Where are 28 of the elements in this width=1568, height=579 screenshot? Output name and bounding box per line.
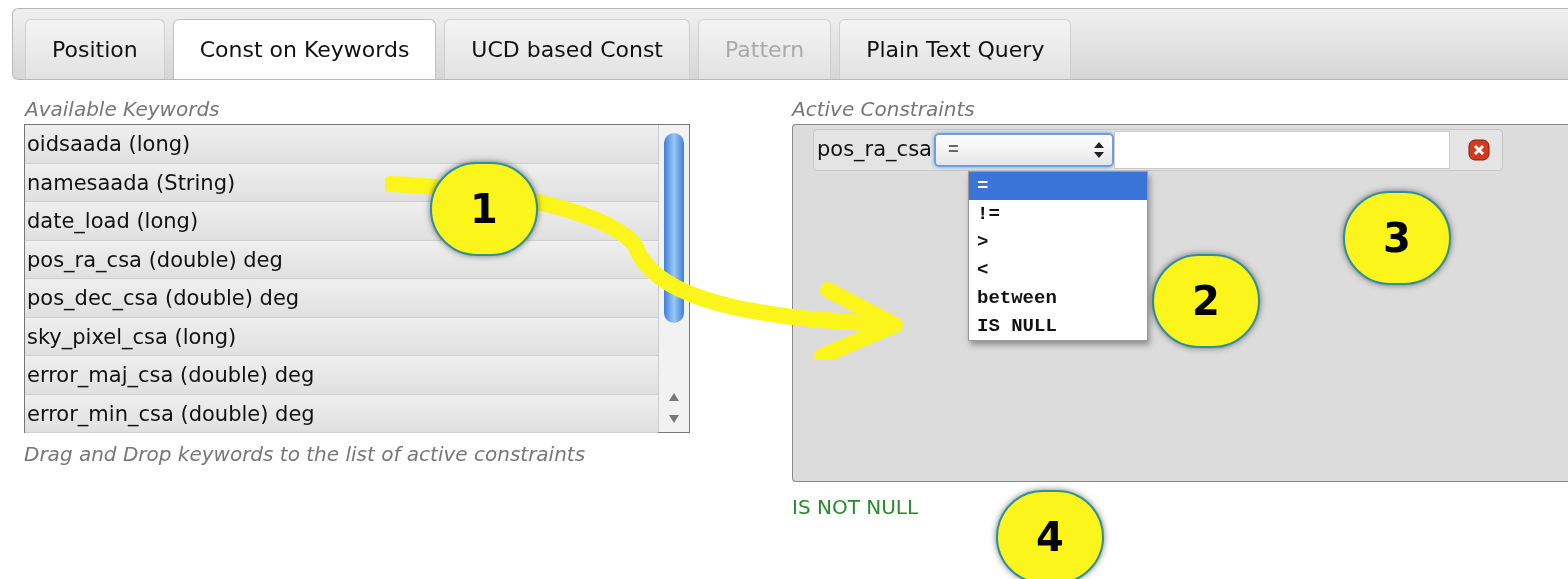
tab[interactable]: Position xyxy=(25,19,165,79)
value-field[interactable] xyxy=(1114,131,1450,169)
keyword-item[interactable]: sky_pixel_csa (long) xyxy=(25,317,658,356)
constraint-keyword: pos_ra_csa xyxy=(816,136,933,164)
tab[interactable]: UCD based Const xyxy=(444,19,690,79)
dropdown-option[interactable]: > xyxy=(969,228,1147,256)
operator-select[interactable]: = xyxy=(934,133,1114,167)
callout-badge: 4 xyxy=(996,490,1104,579)
dropdown-option[interactable]: between xyxy=(969,284,1147,312)
dropdown-option[interactable]: = xyxy=(969,172,1147,200)
scroll-up-icon[interactable] xyxy=(668,392,680,402)
section-title: Available Keywords xyxy=(24,96,221,122)
status-text: IS NOT NULL xyxy=(792,494,920,521)
keyword-item[interactable]: error_maj_csa (double) deg xyxy=(25,356,658,395)
keyword-item[interactable]: pos_dec_csa (double) deg xyxy=(25,279,658,318)
hint-text: Drag and Drop keywords to the list of active constraints xyxy=(24,441,587,467)
dropdown-option[interactable]: != xyxy=(969,200,1147,228)
section-title: Active Constraints xyxy=(792,96,976,122)
tab[interactable]: Plain Text Query xyxy=(839,19,1072,79)
scrollbar-thumb[interactable] xyxy=(664,133,684,323)
keyword-item[interactable]: oidsaada (long) xyxy=(25,125,658,164)
scrollbar[interactable] xyxy=(658,125,689,432)
keyword-item[interactable]: error_min_csa (double) deg xyxy=(25,394,658,433)
delete-icon[interactable] xyxy=(1468,139,1490,161)
tab[interactable]: Const on Keywords xyxy=(172,19,437,79)
scroll-down-icon[interactable] xyxy=(668,414,680,424)
dropdown-option[interactable]: < xyxy=(969,256,1147,284)
dropdown-option[interactable]: IS NULL xyxy=(969,312,1147,340)
